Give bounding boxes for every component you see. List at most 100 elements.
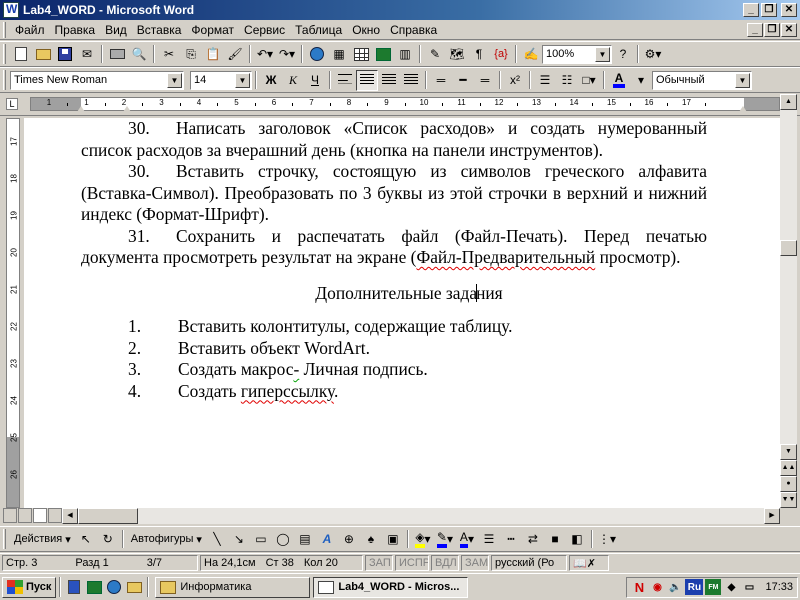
task-informatika[interactable]: Информатика: [155, 576, 311, 598]
extend-selection-indicator[interactable]: ВДЛ: [431, 555, 459, 571]
font-size-select[interactable]: 14 ▼: [190, 70, 252, 90]
oval-button[interactable]: ◯: [272, 529, 294, 550]
section-heading[interactable]: Дополнительные задания: [81, 283, 707, 305]
minimize-button[interactable]: _: [743, 3, 759, 17]
left-indent-marker[interactable]: [123, 106, 131, 112]
help-button[interactable]: ?: [612, 44, 634, 65]
list-item[interactable]: 4. Создать гиперссылку.: [81, 381, 707, 403]
paragraph-31[interactable]: 31. Сохранить и распечатать файл (Файл-Пе…: [81, 226, 707, 269]
diagram-button[interactable]: ⊕: [338, 529, 360, 550]
quicklaunch-outlook[interactable]: [124, 577, 144, 597]
align-center-button[interactable]: [356, 69, 378, 91]
line-spacing-button[interactable]: ═: [430, 70, 452, 91]
scroll-left-button[interactable]: ◀: [62, 508, 78, 524]
chevron-down-icon[interactable]: ▼: [735, 72, 750, 88]
quicklaunch-ie[interactable]: [104, 577, 124, 597]
cut-button[interactable]: ✂: [158, 44, 180, 65]
wordart-button[interactable]: A: [316, 529, 338, 550]
font-select[interactable]: Times New Roman ▼: [10, 70, 184, 90]
toolbar-grip[interactable]: [3, 529, 6, 549]
overtype-indicator[interactable]: ЗАМ: [461, 555, 489, 571]
word-app-icon[interactable]: [3, 2, 19, 18]
tables-borders-button[interactable]: ▦: [328, 44, 350, 65]
menu-edit[interactable]: Правка: [50, 23, 101, 37]
chevron-down-icon[interactable]: ▼: [167, 72, 182, 88]
font-color-dropdown[interactable]: ▾: [630, 70, 652, 91]
scroll-up-button[interactable]: ▲: [780, 94, 797, 110]
print-layout-button[interactable]: [33, 508, 47, 523]
superscript-button[interactable]: x²: [504, 70, 526, 91]
monitor-icon[interactable]: ▭: [741, 579, 757, 595]
bold-button[interactable]: Ж: [260, 70, 282, 91]
menu-file[interactable]: Файл: [10, 23, 50, 37]
options-button[interactable]: ⚙▾: [642, 44, 664, 65]
browse-object-button[interactable]: ●: [780, 476, 797, 492]
menu-format[interactable]: Формат: [186, 23, 239, 37]
clipart-button[interactable]: ♠: [360, 529, 382, 550]
volume-icon[interactable]: 🔈: [667, 579, 683, 595]
right-indent-marker[interactable]: [739, 106, 747, 112]
bullets-button[interactable]: ☷: [556, 70, 578, 91]
line-color-button[interactable]: ✎ ▾: [434, 529, 456, 550]
spelling-error[interactable]: Файл-Предварительный: [416, 247, 595, 267]
antivirus-icon[interactable]: ◉: [649, 579, 665, 595]
ink-button[interactable]: ✍: [520, 44, 542, 65]
field-codes-button[interactable]: {a}: [490, 44, 512, 65]
hyperlink-button[interactable]: [306, 44, 328, 65]
format-painter-button[interactable]: 🖌: [224, 44, 246, 65]
draw-actions-menu[interactable]: Действия ▾: [10, 533, 75, 546]
arrow-style-button[interactable]: ⇄: [522, 529, 544, 550]
free-rotate-button[interactable]: ↻: [97, 529, 119, 550]
spelling-status[interactable]: 📖✗: [569, 555, 609, 571]
drawing-button[interactable]: ✎: [424, 44, 446, 65]
list-item[interactable]: 1. Вставить колонтитулы, содержащие табли…: [81, 316, 707, 338]
scroll-thumb[interactable]: [780, 240, 797, 256]
n-icon[interactable]: N: [631, 579, 647, 595]
document-map-button[interactable]: 🗺: [446, 44, 468, 65]
outline-view-button[interactable]: [48, 508, 62, 523]
previous-page-button[interactable]: ▲▲: [780, 460, 797, 476]
clock[interactable]: 17:33: [765, 581, 793, 593]
borders-button[interactable]: □▾: [578, 70, 600, 91]
start-button[interactable]: Пуск: [2, 576, 57, 598]
list-item[interactable]: 3. Создать макрос- Личная подпись.: [81, 359, 707, 381]
fill-color-button[interactable]: ◈ ▾: [412, 529, 434, 550]
menu-view[interactable]: Вид: [100, 23, 132, 37]
rectangle-button[interactable]: ▭: [250, 529, 272, 550]
toolbar-grip[interactable]: [3, 44, 6, 64]
scroll-down-button[interactable]: ▼: [780, 444, 797, 460]
italic-button[interactable]: К: [282, 70, 304, 91]
more-buttons[interactable]: ⋮▾: [596, 529, 618, 550]
undo-button[interactable]: ↶▾: [254, 44, 276, 65]
print-button[interactable]: [106, 44, 128, 65]
select-objects-button[interactable]: ↖: [75, 529, 97, 550]
align-right-button[interactable]: [378, 70, 400, 91]
horizontal-scrollbar[interactable]: ◀ ▶: [62, 508, 780, 524]
doc-minimize-button[interactable]: _: [747, 22, 763, 37]
paste-button[interactable]: 📋: [202, 44, 224, 65]
list-item[interactable]: 2. Вставить объект WordArt.: [81, 338, 707, 360]
fm-icon[interactable]: FM: [705, 579, 722, 595]
menu-insert[interactable]: Вставка: [132, 23, 187, 37]
3d-button[interactable]: ◧: [566, 529, 588, 550]
network-icon[interactable]: ◆: [723, 579, 739, 595]
line-button[interactable]: ╲: [206, 529, 228, 550]
paragraph-30b[interactable]: 30. Вставить строчку, состоящую из символ…: [81, 161, 707, 226]
vertical-scrollbar[interactable]: ▲ ▼ ▲▲ ● ▼▼: [780, 94, 797, 508]
redo-button[interactable]: ↷▾: [276, 44, 298, 65]
toolbar-grip[interactable]: [3, 70, 6, 90]
task-lab4-word[interactable]: Lab4_WORD - Micros...: [313, 576, 469, 598]
picture-button[interactable]: ▣: [382, 529, 404, 550]
chevron-down-icon[interactable]: ▼: [235, 72, 250, 88]
dash-style-button[interactable]: ┅: [500, 529, 522, 550]
doc-restore-button[interactable]: ❐: [764, 22, 780, 37]
menu-grip[interactable]: [3, 21, 6, 38]
line-style-button[interactable]: ☰: [478, 529, 500, 550]
arrow-button[interactable]: ↘: [228, 529, 250, 550]
save-button[interactable]: [54, 44, 76, 65]
insert-table-button[interactable]: [350, 44, 372, 65]
menu-table[interactable]: Таблица: [290, 23, 347, 37]
chevron-down-icon[interactable]: ▼: [595, 46, 610, 62]
first-line-indent-marker[interactable]: [77, 106, 85, 112]
underline-button[interactable]: Ч: [304, 70, 326, 91]
